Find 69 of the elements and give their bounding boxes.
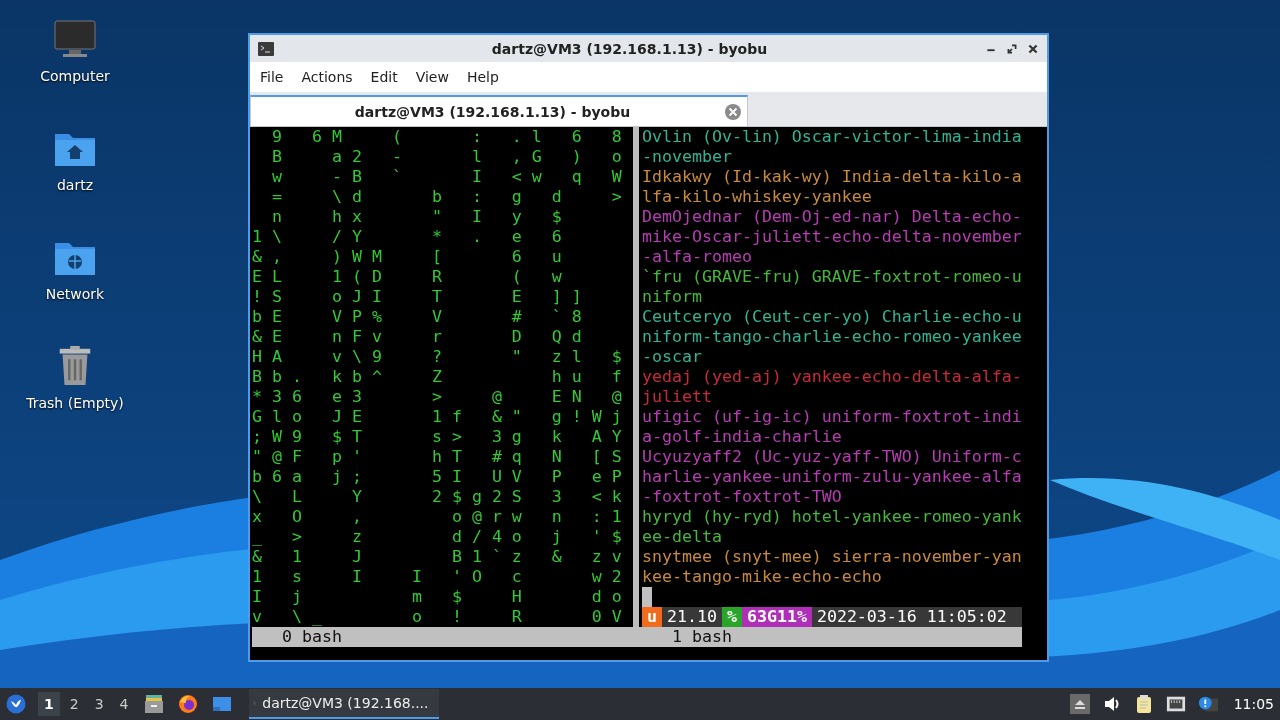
matrix-text-row: & 1 J B1`z & zv bbox=[252, 547, 632, 567]
window-label[interactable]: 1 bash bbox=[642, 627, 732, 647]
matrix-text-row: I j m $ H do bbox=[252, 587, 632, 607]
output-line: Ceutceryo (Ceut-cer-yo) Charlie-echo-uniform-tango-charlie-echo-romeo-yankee-oscar bbox=[642, 307, 1022, 367]
matrix-text-row: Glo JE 1f &" g!Wj bbox=[252, 407, 632, 427]
output-line: ufigic (uf-ig-ic) uniform-foxtrot-india-golf-india-charlie bbox=[642, 407, 1022, 447]
desktop-icon-label[interactable]: Trash (Empty) bbox=[26, 395, 124, 411]
network-port-icon[interactable] bbox=[1165, 694, 1186, 714]
matrix-text-row: b6a j; 5I UV P eP bbox=[252, 467, 632, 487]
matrix-text-row: EL 1(D R ( w bbox=[252, 267, 572, 287]
terminal-tab[interactable]: dartz@VM3 (192.168.1.13) - byobu bbox=[250, 95, 748, 126]
matrix-text-row: 1 s I I 'O c w2 bbox=[252, 567, 632, 587]
fox-globe-icon[interactable] bbox=[177, 694, 198, 714]
matrix-text-row: "@F p' hT #q N [S bbox=[252, 447, 632, 467]
matrix-text-row: v \_ o ! R 0V bbox=[252, 607, 632, 627]
desktop-icon-label[interactable]: dartz bbox=[56, 177, 94, 193]
menu-item[interactable]: File bbox=[253, 66, 291, 88]
matrix-text-row: *36 e3 > @ EN @ bbox=[252, 387, 632, 407]
workspace-button[interactable]: 4 bbox=[113, 692, 135, 716]
matrix-text-row: &, )WM [ 6 u bbox=[252, 247, 572, 267]
output-line: snytmee (snyt-mee) sierra-november-yankee-tango-mike-echo-echo bbox=[642, 547, 1022, 587]
monitor-icon[interactable] bbox=[53, 18, 97, 60]
matrix-text-row: x O , o@rw n :1 bbox=[252, 507, 632, 527]
output-line: Ucyuzyaff2 (Uc-yuz-yaff-TWO) Uniform-charlie-yankee-uniform-zulu-yankee-alfa-foxtrot-foxtrot-TWO bbox=[642, 447, 1022, 507]
matrix-text-row: _ > z d/4o j '$ bbox=[252, 527, 632, 547]
matrix-text-row: !S oJI T E ]] bbox=[252, 287, 592, 307]
desktop-icon-label[interactable]: Computer bbox=[40, 68, 110, 84]
cursor-block bbox=[642, 587, 652, 607]
workspace-button[interactable]: 1 bbox=[38, 692, 60, 716]
start-menu-icon[interactable] bbox=[6, 694, 26, 714]
matrix-text-row-text: = \d b : g d > bbox=[271, 187, 632, 207]
matrix-text-row: bE VP% V # `8 bbox=[252, 307, 592, 327]
menu-item[interactable]: Actions bbox=[294, 66, 360, 88]
menu-item[interactable]: Help bbox=[459, 66, 506, 88]
workspace-button[interactable]: 2 bbox=[63, 692, 85, 716]
menu-item[interactable]: View bbox=[408, 66, 456, 88]
window-label[interactable]: 0 bash bbox=[252, 627, 642, 647]
status-segment: u bbox=[642, 607, 662, 627]
menu-item[interactable]: Edit bbox=[363, 66, 405, 88]
matrix-text-row: \ L Y 2$g2S 3 <k bbox=[252, 487, 632, 507]
file-cabinet-icon[interactable] bbox=[143, 694, 164, 714]
matrix-text-row: ;W9 $T s> 3g k AY bbox=[252, 427, 632, 447]
matrix-text-row-text: 9 6M ( : .l 6 8 bbox=[271, 127, 632, 147]
output-line: Idkakwy (Id-kak-wy) India-delta-kilo-alfa-kilo-whiskey-yankee bbox=[642, 167, 1022, 207]
close-tab-icon[interactable] bbox=[724, 102, 742, 121]
matrix-text-row: 1\ /Y * . e 6 bbox=[252, 227, 572, 247]
matrix-text-row-text: w -B ` I <w q W bbox=[271, 167, 632, 187]
matrix-text-row: HA v\9 ? " zl $ bbox=[252, 347, 632, 367]
output-line: `fru (GRAVE-fru) GRAVE-foxtrot-romeo-uniform bbox=[642, 267, 1022, 307]
matrix-text-row-text: n hx " I y $ bbox=[271, 207, 572, 227]
taskbar-window-button[interactable]: dartz@VM3 (192.168.... bbox=[248, 689, 439, 719]
workspace-button[interactable]: 3 bbox=[88, 692, 110, 716]
restore-icon[interactable] bbox=[1006, 42, 1018, 55]
matrix-text-row: Bb. kb^ Z hu f bbox=[252, 367, 632, 387]
alert-icon[interactable] bbox=[1197, 694, 1218, 714]
matrix-text-row-text: B a2 - l ,G ) o bbox=[271, 147, 632, 167]
window-title: dartz@VM3 (192.168.1.13) - byobu bbox=[490, 40, 769, 57]
output-line: hyryd (hy-ryd) hotel-yankee-romeo-yankee-delta bbox=[642, 507, 1022, 547]
output-line: Ovlin (Ov-lin) Oscar-victor-lima-india-november bbox=[642, 127, 1022, 167]
close-icon[interactable] bbox=[1027, 42, 1039, 55]
status-segment: % bbox=[721, 607, 742, 627]
clock[interactable]: 11:05 bbox=[1233, 696, 1274, 712]
window-icon[interactable] bbox=[211, 694, 232, 714]
output-line: DemOjednar (Dem-Oj-ed-nar) Delta-echo-mike-Oscar-juliett-echo-delta-november-alfa-romeo bbox=[642, 207, 1022, 267]
desktop-icon-label[interactable]: Network bbox=[45, 286, 105, 302]
matrix-text-row: &E nFv r D Qd bbox=[252, 327, 592, 347]
status-segment: 63G11% bbox=[741, 607, 812, 627]
eject-icon[interactable] bbox=[1069, 694, 1090, 714]
output-line: yedaj (yed-aj) yankee-echo-delta-alfa-juliett bbox=[642, 367, 1022, 407]
